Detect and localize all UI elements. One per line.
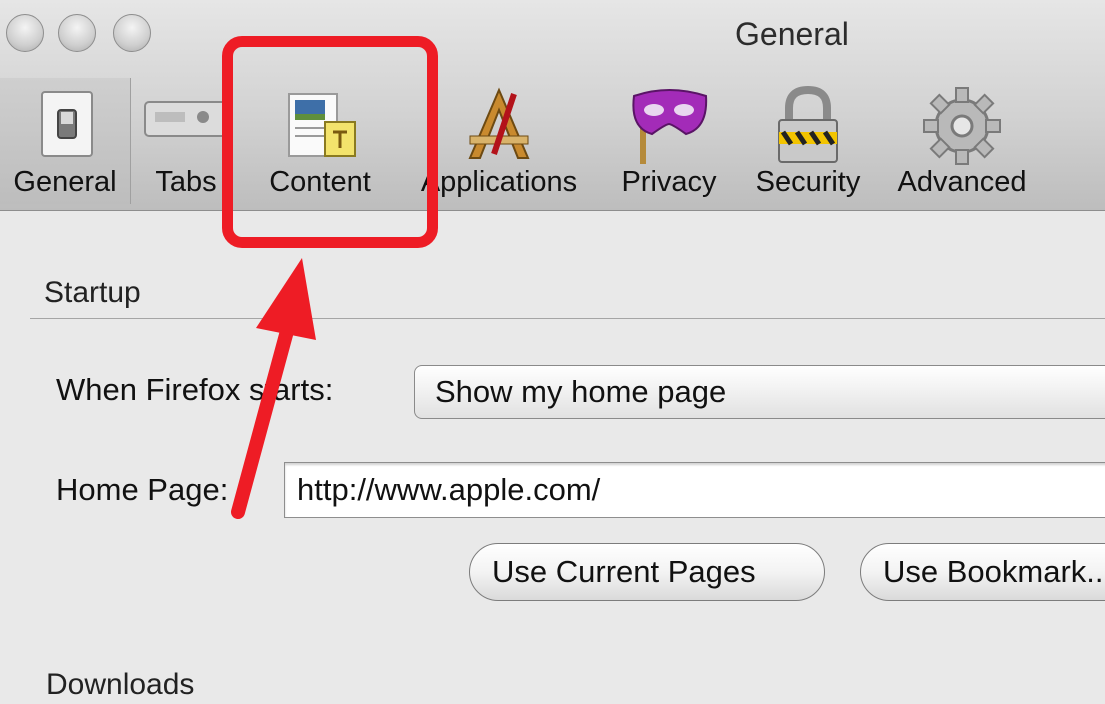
toolbar-label-tabs: Tabs bbox=[155, 166, 217, 198]
toolbar-label-privacy: Privacy bbox=[621, 166, 717, 198]
applications-icon bbox=[468, 87, 530, 159]
minimize-window-button[interactable] bbox=[58, 14, 96, 52]
when-firefox-starts-label: When Firefox starts: bbox=[56, 372, 334, 407]
toolbar-item-security[interactable]: Security bbox=[746, 78, 870, 204]
privacy-mask-icon bbox=[632, 89, 708, 164]
downloads-section-title: Downloads bbox=[46, 668, 195, 701]
toolbar-label-security: Security bbox=[755, 166, 861, 198]
window-toolbar: General General Tabs Content Application… bbox=[0, 0, 1105, 211]
tabs-icon bbox=[144, 101, 231, 137]
toolbar-item-advanced[interactable]: Advanced bbox=[892, 78, 1032, 204]
when-firefox-starts-value: Show my home page bbox=[435, 374, 727, 409]
toolbar-item-tabs[interactable]: Tabs bbox=[144, 78, 231, 204]
toolbar-label-advanced: Advanced bbox=[897, 166, 1027, 198]
when-firefox-starts-popup[interactable]: Show my home page bbox=[414, 365, 1105, 419]
zoom-window-button[interactable] bbox=[113, 14, 151, 52]
toolbar-item-general[interactable]: General bbox=[0, 78, 131, 204]
startup-section-title: Startup bbox=[44, 276, 141, 309]
close-window-button[interactable] bbox=[6, 14, 44, 52]
home-page-input[interactable] bbox=[284, 462, 1105, 518]
home-page-label: Home Page: bbox=[56, 472, 229, 507]
toolbar-label-general: General bbox=[13, 166, 117, 198]
window-title: General bbox=[735, 16, 849, 52]
startup-divider bbox=[30, 318, 1105, 319]
use-bookmark-button[interactable]: Use Bookmark... bbox=[860, 543, 1105, 601]
content-highlight-box bbox=[222, 36, 438, 248]
security-lock-icon bbox=[778, 85, 838, 163]
use-current-pages-button[interactable]: Use Current Pages bbox=[469, 543, 825, 601]
toolbar-item-privacy[interactable]: Privacy bbox=[614, 78, 724, 204]
general-switch-icon bbox=[41, 91, 93, 157]
advanced-gear-icon bbox=[923, 87, 1001, 165]
